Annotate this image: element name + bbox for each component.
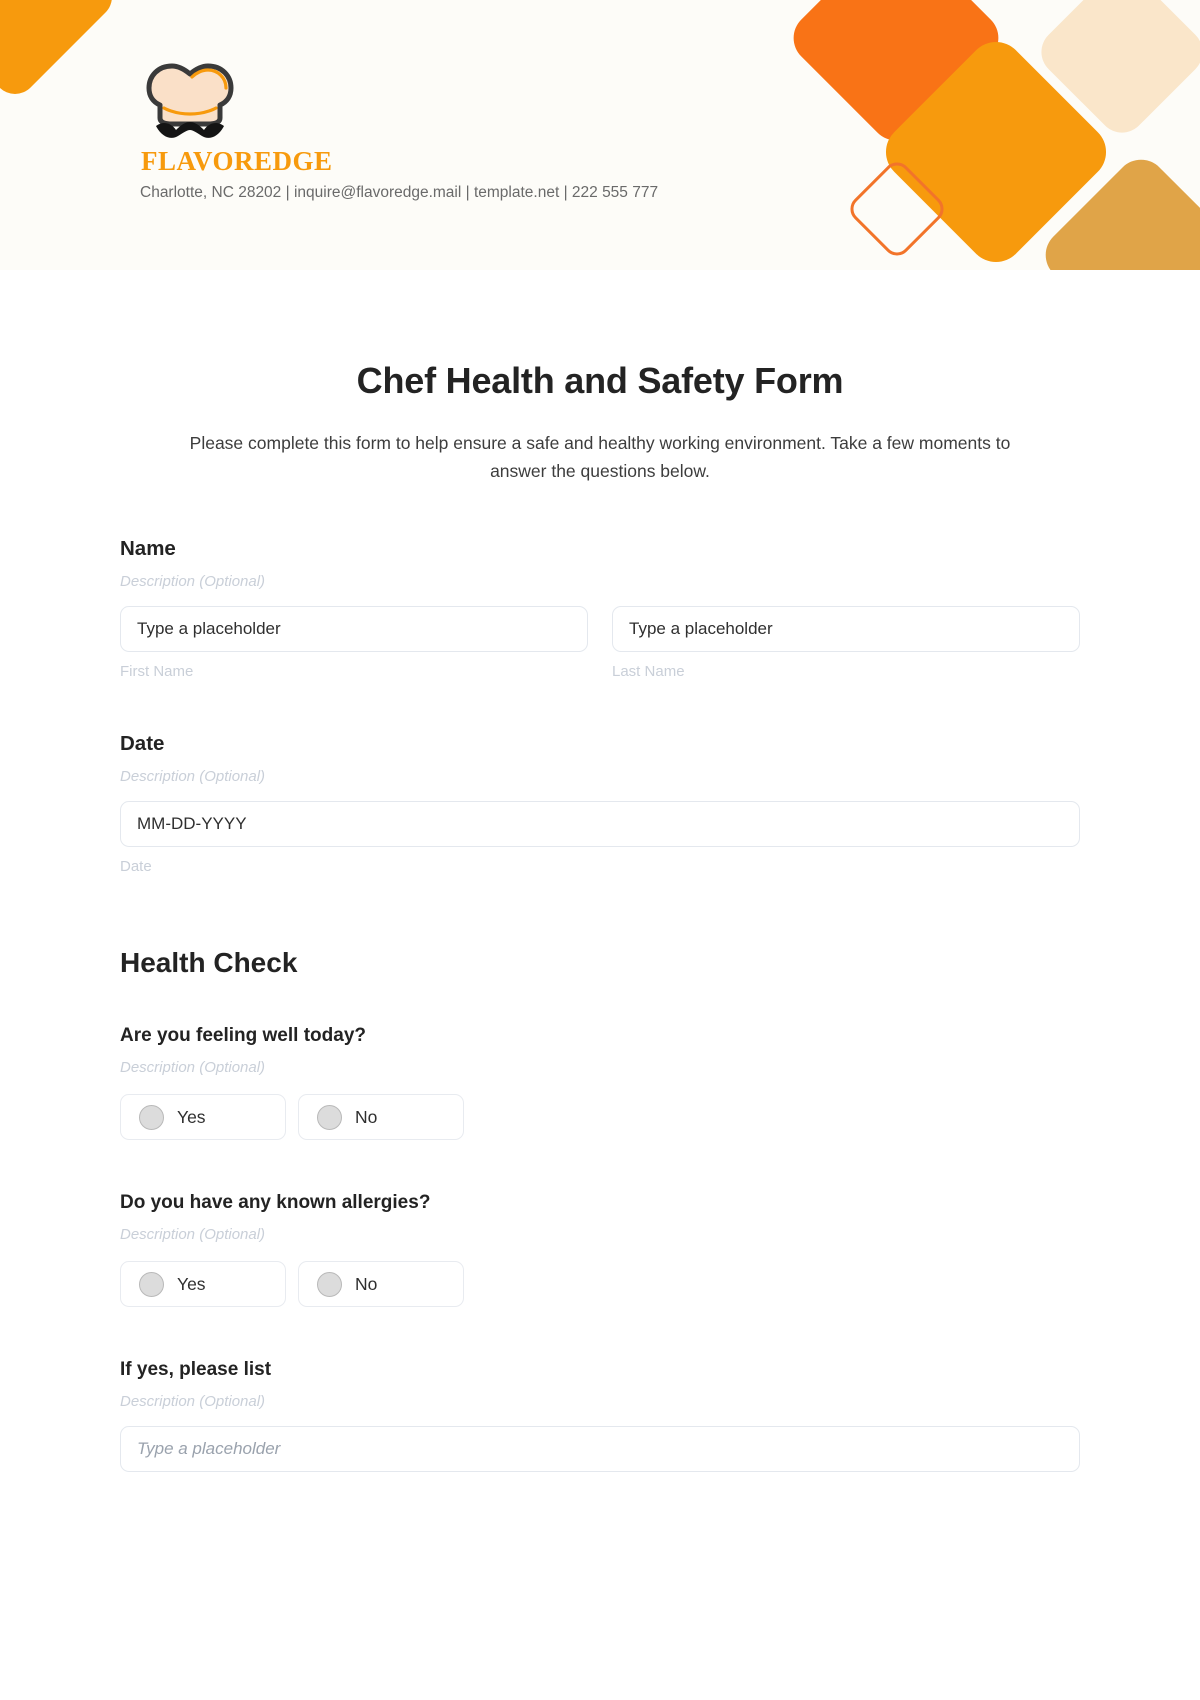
radio-option-feeling-well-no[interactable]: No (298, 1094, 464, 1141)
allergy-list-input-row (120, 1426, 1080, 1473)
date-field-block: Date Description (Optional) Date (120, 732, 1080, 875)
form-subtitle: Please complete this form to help ensure… (189, 433, 1011, 481)
radio-circle-icon[interactable] (139, 1104, 164, 1130)
question-allergy-list-description: Description (Optional) (120, 1393, 266, 1411)
date-column: Date (120, 801, 1080, 875)
question-allergies-options: Yes No (120, 1261, 1080, 1308)
radio-option-feeling-well-yes[interactable]: Yes (120, 1094, 286, 1141)
radio-label: Yes (177, 1106, 206, 1127)
question-feeling-well-options: Yes No (120, 1094, 1080, 1141)
first-name-column: First Name (120, 606, 588, 680)
question-feeling-well-block: Are you feeling well today? Description … (120, 1025, 1080, 1141)
decorative-square-top-left (0, 0, 122, 104)
radio-label: No (355, 1106, 378, 1127)
question-allergy-list-label: If yes, please list (120, 1359, 272, 1381)
radio-label: No (355, 1273, 378, 1294)
question-feeling-well-label: Are you feeling well today? (120, 1025, 366, 1047)
last-name-sub-label: Last Name (612, 663, 685, 681)
brand-name: FLAVOREDGE (141, 146, 333, 176)
radio-circle-icon[interactable] (317, 1271, 342, 1297)
radio-label: Yes (177, 1273, 206, 1294)
date-label: Date (120, 732, 165, 756)
date-input[interactable] (120, 801, 1080, 848)
date-description: Description (Optional) (120, 768, 266, 786)
radio-circle-icon[interactable] (139, 1271, 164, 1297)
radio-option-allergies-no[interactable]: No (298, 1261, 464, 1308)
form-body: Chef Health and Safety Form Please compl… (0, 360, 1200, 1473)
name-inputs-row: First Name Last Name (120, 606, 1080, 680)
question-allergy-list-block: If yes, please list Description (Optiona… (120, 1359, 1080, 1473)
chef-hat-mustache-icon (146, 63, 234, 138)
name-description: Description (Optional) (120, 573, 266, 591)
first-name-input[interactable] (120, 606, 588, 653)
form-page: FLAVOREDGE Charlotte, NC 28202 | inquire… (0, 0, 1200, 1700)
page-title: Chef Health and Safety Form (356, 360, 844, 401)
allergy-list-column (120, 1426, 1080, 1473)
date-sub-label: Date (120, 858, 152, 876)
radio-option-allergies-yes[interactable]: Yes (120, 1261, 286, 1308)
health-check-heading: Health Check (120, 947, 298, 979)
last-name-column: Last Name (612, 606, 1080, 680)
allergy-list-input[interactable] (120, 1426, 1080, 1473)
question-feeling-well-description: Description (Optional) (120, 1059, 266, 1077)
date-input-row: Date (120, 801, 1080, 875)
question-allergies-label: Do you have any known allergies? (120, 1192, 431, 1214)
radio-circle-icon[interactable] (317, 1104, 342, 1130)
name-field-block: Name Description (Optional) First Name L… (120, 537, 1080, 680)
question-allergies-block: Do you have any known allergies? Descrip… (120, 1192, 1080, 1308)
first-name-sub-label: First Name (120, 663, 194, 681)
question-allergies-description: Description (Optional) (120, 1226, 266, 1244)
name-label: Name (120, 537, 176, 561)
brand-contact-info: Charlotte, NC 28202 | inquire@flavoredge… (140, 184, 659, 201)
brand-block: FLAVOREDGE Charlotte, NC 28202 | inquire… (140, 58, 658, 202)
last-name-input[interactable] (612, 606, 1080, 653)
page-header: FLAVOREDGE Charlotte, NC 28202 | inquire… (0, 0, 1200, 270)
